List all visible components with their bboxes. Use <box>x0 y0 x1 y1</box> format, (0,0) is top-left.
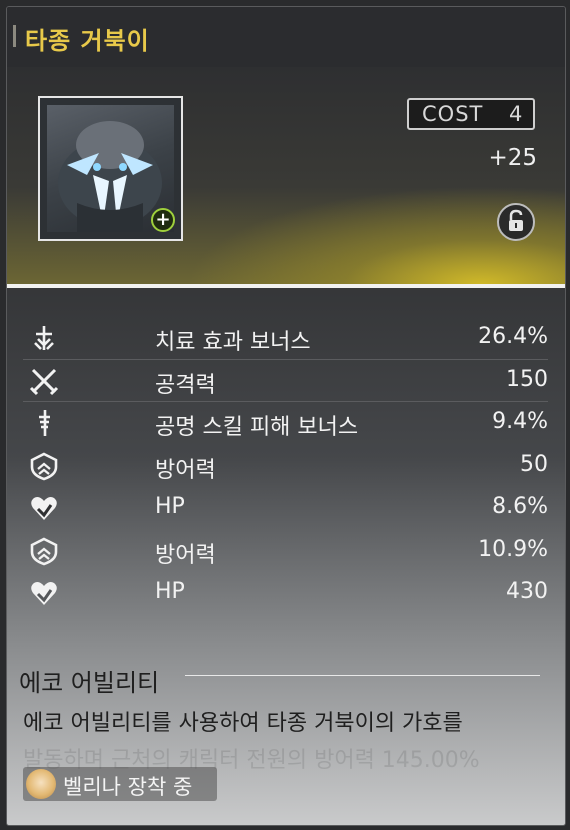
stat-value: 150 <box>506 366 548 392</box>
stat-value: 26.4% <box>478 324 548 349</box>
cost-value: 4 <box>509 102 523 126</box>
attack-icon <box>29 368 59 395</box>
hp-icon <box>31 582 57 605</box>
main-stat-divider <box>23 359 548 360</box>
echo-ability-rule <box>185 675 540 676</box>
defense-icon <box>30 452 58 480</box>
hero-divider <box>7 284 565 288</box>
echo-title: 타종 거북이 <box>25 27 150 55</box>
title-bar: 타종 거북이 <box>7 7 565 67</box>
unlock-icon <box>509 209 523 231</box>
stat-value: 10.9% <box>478 536 548 562</box>
resonance-skill-icon <box>39 410 50 436</box>
stat-row: HP 430 <box>23 572 548 615</box>
stat-name: 치료 효과 보너스 <box>155 330 311 355</box>
add-plus-icon[interactable]: + <box>151 208 175 232</box>
stat-name: HP <box>155 579 185 604</box>
unlock-button[interactable] <box>497 203 535 241</box>
equipped-by-badge[interactable]: 벨리나 장착 중 <box>23 767 217 801</box>
stat-row: 공격력 150 <box>23 360 548 403</box>
stat-value: 50 <box>520 451 548 477</box>
stat-value: 9.4% <box>492 409 548 434</box>
hp-icon <box>31 497 57 520</box>
stat-value: 430 <box>506 579 548 604</box>
stat-row: 치료 효과 보너스 26.4% <box>23 317 548 360</box>
stat-list: 치료 효과 보너스 26.4% 공격력 150 공명 스킬 피해 보너스 9.4… <box>23 317 548 615</box>
title-accent-bar <box>13 25 16 47</box>
stat-name: 방어력 <box>155 542 216 568</box>
cost-badge: COST 4 <box>407 98 535 130</box>
level-bonus: +25 <box>488 145 537 171</box>
healing-bonus-icon <box>34 326 54 350</box>
stat-name: 공명 스킬 피해 보너스 <box>155 415 359 440</box>
stat-row: HP 8.6% <box>23 487 548 530</box>
character-avatar <box>26 769 56 799</box>
echo-ability-title: 에코 어빌리티 <box>19 669 160 697</box>
equipped-by-label: 벨리나 장착 중 <box>63 775 193 799</box>
stat-row: 공명 스킬 피해 보너스 9.4% <box>23 402 548 445</box>
main-stat-divider <box>23 401 548 402</box>
stat-name: 공격력 <box>155 372 216 398</box>
stat-name: 방어력 <box>155 457 216 483</box>
stat-name: HP <box>155 494 185 519</box>
echo-detail-card: 타종 거북이 + COST 4 +25 치료 효과 보너스 26.4% 공격력 … <box>6 6 566 826</box>
defense-icon <box>30 537 58 565</box>
stat-row: 방어력 50 <box>23 445 548 488</box>
cost-label: COST <box>422 102 484 126</box>
echo-ability-description: 에코 어빌리티를 사용하여 타종 거북이의 가호를 <box>23 711 463 736</box>
stat-row: 방어력 10.9% <box>23 530 548 573</box>
stat-value: 8.6% <box>492 494 548 519</box>
